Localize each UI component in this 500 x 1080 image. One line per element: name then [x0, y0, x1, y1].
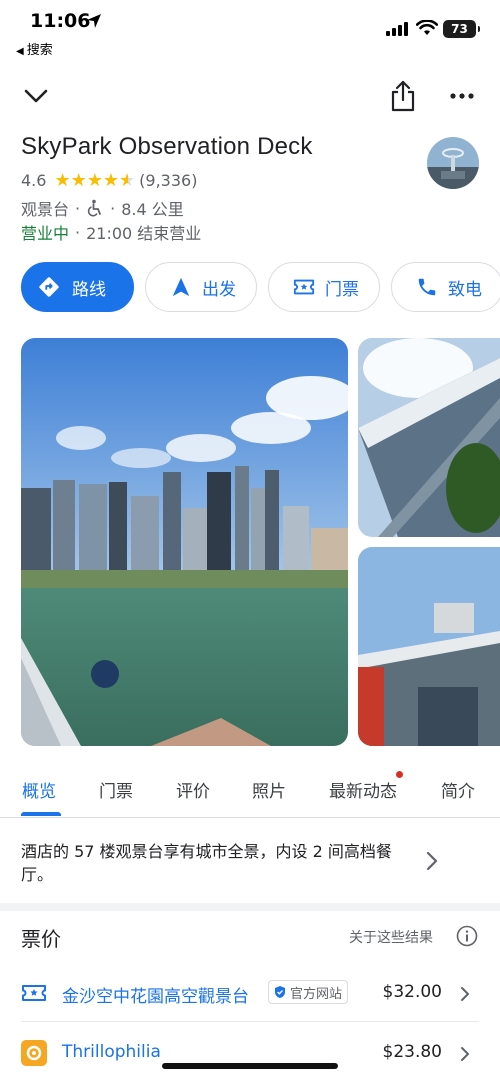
- directions-label: 路线: [72, 279, 106, 300]
- ticket-seller-name: Thrillophilia: [62, 1042, 161, 1062]
- share-icon[interactable]: [390, 80, 416, 112]
- call-label: 致电: [448, 279, 482, 300]
- half-star-icon: ★: [119, 169, 136, 191]
- chevron-right-icon: [461, 987, 469, 1001]
- tab-overview[interactable]: 概览: [22, 777, 56, 802]
- tickets-button[interactable]: 门票: [268, 262, 380, 312]
- thrillophilia-logo-icon: [21, 1040, 47, 1066]
- start-button[interactable]: 出发: [145, 262, 257, 312]
- call-button[interactable]: 致电: [391, 262, 500, 312]
- tab-tickets[interactable]: 门票: [99, 777, 133, 802]
- tickets-label: 门票: [325, 279, 359, 300]
- rating-row[interactable]: 4.6 ★ ★ ★ ★ ★ (9,336): [21, 171, 197, 190]
- row-divider: [21, 1021, 479, 1022]
- tab-reviews[interactable]: 评价: [176, 777, 210, 802]
- photo-skyline[interactable]: [21, 338, 348, 746]
- tab-bar: 概览 门票 评价 照片 最新动态 简介: [0, 766, 500, 818]
- action-chips: 路线 出发 门票 致电: [21, 262, 500, 312]
- open-status: 营业中: [21, 224, 70, 243]
- place-title: SkyPark Observation Deck: [21, 133, 313, 160]
- star-icon: ★: [70, 169, 87, 191]
- verified-shield-icon: [275, 986, 285, 998]
- chevron-right-icon: [461, 1047, 469, 1061]
- phone-icon: [418, 278, 436, 296]
- ticket-seller-name: 金沙空中花園高空觀景台: [62, 987, 249, 1007]
- wheelchair-icon: [87, 199, 102, 217]
- ticket-row-thrillophilia[interactable]: Thrillophilia $23.80: [0, 1024, 500, 1080]
- tab-updates[interactable]: 最新动态: [329, 777, 397, 802]
- tickets-heading: 票价: [21, 927, 61, 951]
- ticket-icon: [293, 279, 315, 295]
- meta-row: 观景台 · · 8.4 公里: [21, 196, 184, 220]
- rating-value: 4.6: [21, 171, 47, 190]
- collapse-chevron-icon[interactable]: [22, 82, 50, 110]
- review-count: (9,336): [139, 171, 198, 190]
- distance: 8.4 公里: [121, 200, 184, 219]
- battery-indicator: 73: [443, 20, 480, 38]
- navigation-arrow-icon: [172, 277, 190, 297]
- status-bar: 11:06 ◀ 搜索 73: [0, 0, 500, 62]
- place-thumbnail[interactable]: [427, 137, 479, 189]
- location-arrow-icon: [87, 14, 101, 28]
- hours-row[interactable]: 营业中 · 21:00 结束营业: [21, 220, 201, 244]
- star-rating: ★ ★ ★ ★ ★: [54, 169, 136, 191]
- back-label: 搜索: [26, 43, 53, 58]
- chevron-right-icon[interactable]: [422, 849, 442, 873]
- active-tab-indicator: [21, 812, 61, 816]
- closing-time: 21:00 结束营业: [86, 224, 202, 243]
- photo-roof[interactable]: [358, 338, 500, 537]
- directions-button[interactable]: 路线: [21, 262, 134, 312]
- clock: 11:06: [30, 10, 91, 32]
- start-label: 出发: [202, 279, 236, 300]
- about-results-link[interactable]: 关于这些结果: [349, 927, 433, 947]
- back-to-search[interactable]: ◀ 搜索: [16, 39, 53, 58]
- wifi-icon: [416, 20, 438, 35]
- tab-about[interactable]: 简介: [441, 777, 475, 802]
- cellular-signal-icon: [386, 22, 408, 36]
- ticket-price: $23.80: [382, 1042, 442, 1062]
- section-divider: [0, 903, 500, 911]
- info-icon[interactable]: [456, 925, 478, 947]
- star-icon: ★: [54, 169, 71, 191]
- ticket-row-official[interactable]: 金沙空中花園高空觀景台 官方网站 $32.00: [0, 964, 500, 1020]
- star-icon: ★: [86, 169, 103, 191]
- new-updates-dot: [396, 771, 403, 778]
- official-site-label: 官方网站: [290, 986, 343, 1002]
- home-indicator: [162, 1063, 338, 1069]
- directions-icon: [39, 277, 59, 297]
- place-description[interactable]: 酒店的 57 楼观景台享有城市全景，内设 2 间高档餐厅。: [21, 840, 401, 886]
- tab-photos[interactable]: 照片: [252, 777, 286, 802]
- place-category: 观景台: [21, 200, 70, 219]
- official-site-badge: 官方网站: [268, 980, 349, 1004]
- ticket-icon: [22, 985, 46, 1001]
- more-options-icon[interactable]: [450, 86, 474, 106]
- ticket-price: $32.00: [382, 982, 442, 1002]
- star-icon: ★: [102, 169, 120, 191]
- photo-observation-deck[interactable]: [358, 547, 500, 746]
